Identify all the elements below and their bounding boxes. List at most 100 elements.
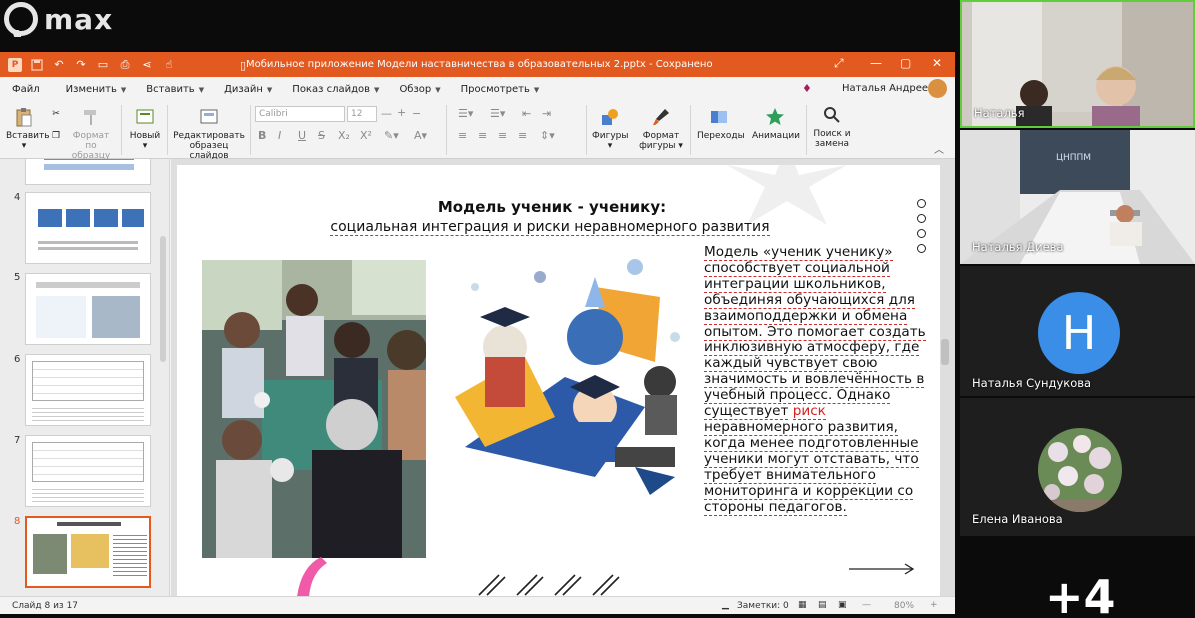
strikethrough-icon[interactable]: S — [318, 129, 325, 142]
shapes-button[interactable]: Фигуры ▾ — [592, 107, 628, 151]
notes-icon[interactable]: ▁ — [722, 600, 729, 610]
participant-name: Наталья — [974, 106, 1025, 120]
outline-view-icon[interactable]: ▤ — [818, 600, 827, 610]
participant-tile-natalya[interactable]: Наталья — [960, 0, 1195, 128]
align-left-icon[interactable]: ≡ — [458, 129, 467, 142]
slide-thumbnail-3[interactable] — [25, 159, 151, 185]
touch-mode-icon[interactable]: ☝ — [162, 58, 176, 72]
slide-thumbnail-7[interactable] — [25, 435, 151, 507]
sorter-view-icon[interactable]: ▣ — [838, 600, 847, 610]
superscript-icon[interactable]: X² — [360, 129, 372, 142]
menu-file[interactable]: Файл — [12, 84, 40, 95]
animations-button[interactable]: Анимации — [752, 107, 800, 141]
collapse-ribbon-icon[interactable]: ︿ — [934, 141, 944, 156]
menu-review-label: Обзор — [399, 83, 432, 95]
font-size-box[interactable]: 12 — [347, 106, 377, 122]
numbering-icon[interactable]: ☰▾ — [490, 107, 505, 120]
menu-view[interactable]: Просмотреть ▼ — [461, 84, 540, 95]
scissors-icon: ✂ — [52, 109, 60, 119]
transitions-button[interactable]: Переходы — [697, 107, 745, 141]
find-replace-button[interactable]: Поиск и замена — [812, 105, 852, 149]
edit-master-button[interactable]: Редактировать образец слайдов — [172, 107, 246, 161]
save-icon[interactable] — [30, 58, 44, 72]
undo-icon[interactable]: ↶ — [52, 58, 66, 72]
slide-thumbnail-8[interactable] — [25, 516, 151, 588]
share-icon[interactable]: ⋖ — [140, 58, 154, 72]
bullets-icon[interactable]: ☰▾ — [458, 107, 473, 120]
screen: max P ↶ ↷ ▭ ⎙ ⋖ ☝ ▯ Мобильное приложение… — [0, 0, 1195, 618]
participant-tile-natalya-sundukova[interactable]: Н Наталья Сундукова — [960, 266, 1195, 396]
new-slide-button[interactable]: Новый ▾ — [127, 107, 163, 151]
slide-thumbnail-5[interactable] — [25, 273, 151, 345]
close-button[interactable]: ✕ — [932, 56, 942, 70]
line-spacing-icon[interactable]: ⇕▾ — [540, 129, 555, 142]
edit-master-label-1: Редактировать — [173, 131, 245, 141]
maximize-button[interactable]: ▢ — [900, 56, 911, 70]
participant-tile-natalya-dieva[interactable]: ЦНППМ Наталья Диева — [960, 130, 1195, 264]
new-doc-icon[interactable]: ▭ — [96, 58, 110, 72]
paste-button[interactable]: Вставить ▾ — [6, 107, 50, 151]
font-color-icon[interactable]: A▾ — [414, 129, 427, 142]
clipboard-icon — [16, 108, 32, 127]
outdent-icon[interactable]: ⇤ — [522, 107, 531, 120]
redo-icon[interactable]: ↷ — [74, 58, 88, 72]
zoom-level[interactable]: 80% — [894, 601, 914, 611]
menu-edit[interactable]: Изменить ▼ — [66, 84, 127, 95]
format-painter-label-1: Формат по — [72, 131, 110, 151]
shape-format-label-1: Формат — [642, 131, 680, 141]
more-participants-count[interactable]: +4 — [1045, 574, 1116, 618]
slide-number: 6 — [14, 354, 21, 365]
user-avatar[interactable] — [928, 79, 947, 98]
cut-button[interactable]: ✂ — [48, 109, 64, 119]
underline-icon[interactable]: U — [298, 129, 306, 142]
indent-icon[interactable]: ⇥ — [542, 107, 551, 120]
transitions-icon — [711, 111, 727, 123]
minimize-button[interactable]: — — [870, 56, 882, 70]
chevron-down-icon: ▼ — [533, 85, 540, 94]
slide-thumbnails-panel[interactable]: 4 5 6 7 8 — [0, 159, 170, 596]
find-label-2: замена — [814, 139, 850, 149]
slide-body-text[interactable]: Модель «ученик ученику» способствует соц… — [704, 244, 934, 516]
print-icon[interactable]: ⎙ — [118, 58, 132, 72]
justify-icon[interactable]: ≡ — [518, 129, 527, 142]
thumbnails-scroll-thumb[interactable] — [160, 236, 166, 362]
max-logo-text: max — [44, 2, 114, 36]
chevron-down-icon: ▼ — [198, 85, 205, 94]
participant-avatar-photo — [1038, 428, 1122, 512]
shape-format-label-2: фигуры — [639, 141, 676, 151]
italic-icon[interactable]: I — [278, 129, 281, 142]
notes-count[interactable]: Заметки: 0 — [737, 601, 789, 611]
menu-review[interactable]: Обзор ▼ — [399, 84, 440, 95]
menu-slideshow[interactable]: Показ слайдов ▼ — [292, 84, 379, 95]
participant-tile-elena-ivanova[interactable]: Елена Иванова — [960, 398, 1195, 536]
subscript-icon[interactable]: X₂ — [338, 129, 350, 142]
copy-button[interactable]: ❐ — [48, 131, 64, 141]
find-label-1: Поиск и — [813, 129, 851, 139]
current-slide[interactable]: Модель ученик - ученику: социальная инте… — [177, 165, 940, 596]
restore-arrows-icon[interactable]: ⤢ — [834, 56, 844, 71]
bold-icon[interactable]: B — [258, 129, 266, 142]
increase-font-icon[interactable]: + — [397, 106, 406, 119]
zoom-in-icon[interactable]: + — [930, 600, 938, 610]
menu-insert[interactable]: Вставить ▼ — [146, 84, 204, 95]
decrease-size-icon[interactable]: − — [412, 107, 421, 120]
notification-icon[interactable]: ♦ — [802, 82, 812, 95]
slide-thumbnail-4[interactable] — [25, 192, 151, 264]
shape-format-button[interactable]: Формат фигуры ▾ — [638, 107, 684, 151]
decrease-font-icon[interactable]: — — [381, 107, 392, 120]
highlight-icon[interactable]: ✎▾ — [384, 129, 399, 142]
menu-design[interactable]: Дизайн ▼ — [224, 84, 272, 95]
zoom-out-icon[interactable]: — — [862, 600, 871, 610]
body-text-end: неравномерного развития, когда менее под… — [704, 418, 919, 516]
slide-thumbnail-6[interactable] — [25, 354, 151, 426]
menu-insert-label: Вставить — [146, 83, 195, 95]
font-name-box[interactable]: Calibri — [255, 106, 345, 122]
max-bubble-icon — [4, 2, 38, 36]
divider — [586, 105, 587, 155]
normal-view-icon[interactable]: ▦ — [798, 600, 807, 610]
align-center-icon[interactable]: ≡ — [478, 129, 487, 142]
align-right-icon[interactable]: ≡ — [498, 129, 507, 142]
format-painter-button[interactable]: Формат по образцу — [66, 107, 116, 161]
slide-scroll-thumb[interactable] — [941, 339, 949, 365]
max-logo: max — [4, 2, 113, 36]
